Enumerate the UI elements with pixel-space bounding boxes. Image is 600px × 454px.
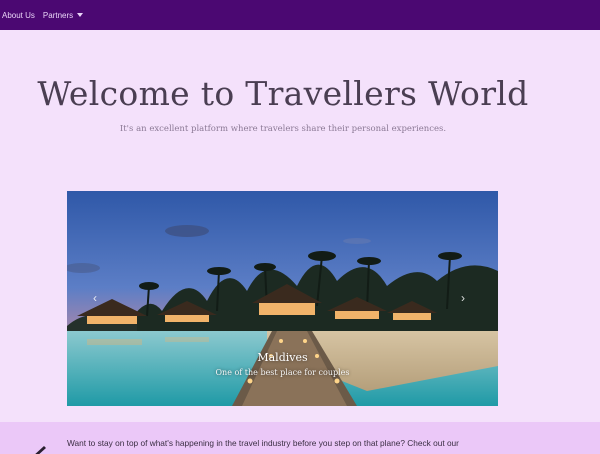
page-subtitle: It's an excellent platform where travele…: [119, 124, 447, 134]
pen-nib-icon: [35, 446, 46, 454]
image-carousel[interactable]: ‹ › Maldives One of the best place for c…: [67, 191, 498, 406]
nav-dropdown-partners-label: Partners: [42, 10, 74, 20]
page-title: Welcome to Travellers World: [37, 74, 529, 113]
top-navbar: About Us Partners: [0, 0, 600, 30]
carousel-caption-title: Maldives: [257, 351, 308, 364]
caret-down-icon: [77, 13, 84, 17]
nav-dropdown-partners[interactable]: Partners: [42, 10, 84, 20]
carousel-caption-text: One of the best place for couples: [215, 368, 350, 377]
carousel-prev-arrow-icon[interactable]: ‹: [93, 291, 97, 305]
news-intro-text: Want to stay on top of what's happening …: [67, 438, 459, 448]
nav-link-about-us[interactable]: About Us: [2, 11, 35, 20]
news-section: Want to stay on top of what's happening …: [0, 422, 600, 454]
carousel-next-arrow-icon[interactable]: ›: [461, 291, 465, 305]
